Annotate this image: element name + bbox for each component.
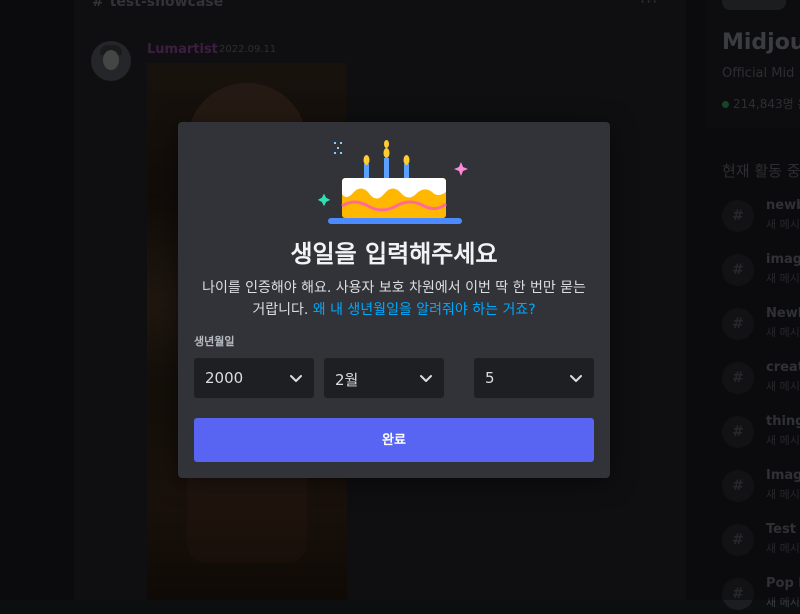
month-value: 2월 xyxy=(335,371,359,389)
date-of-birth-label: 생년월일 xyxy=(194,335,235,348)
birthday-modal: 생일을 입력해주세요 나이를 인증해야 해요. 사용자 보호 차원에서 이번 딱… xyxy=(178,122,610,478)
chevron-down-icon xyxy=(570,375,582,382)
chevron-down-icon xyxy=(420,375,432,382)
month-select[interactable]: 2월 xyxy=(324,358,444,398)
day-value: 5 xyxy=(485,369,495,387)
chevron-down-icon xyxy=(290,375,302,382)
done-button[interactable]: 완료 xyxy=(194,418,594,462)
year-value: 2000 xyxy=(205,369,244,387)
modal-description: 나이를 인증해야 해요. 사용자 보호 차원에서 이번 딱 한 번만 묻는 거랍… xyxy=(194,277,594,321)
birthday-cake-icon xyxy=(318,140,468,224)
modal-title: 생일을 입력해주세요 xyxy=(290,240,498,268)
why-birthday-link[interactable]: 왜 내 생년월일을 알려줘야 하는 거죠? xyxy=(313,302,536,318)
year-select[interactable]: 2000 xyxy=(194,358,314,398)
day-select[interactable]: 5 xyxy=(474,358,594,398)
